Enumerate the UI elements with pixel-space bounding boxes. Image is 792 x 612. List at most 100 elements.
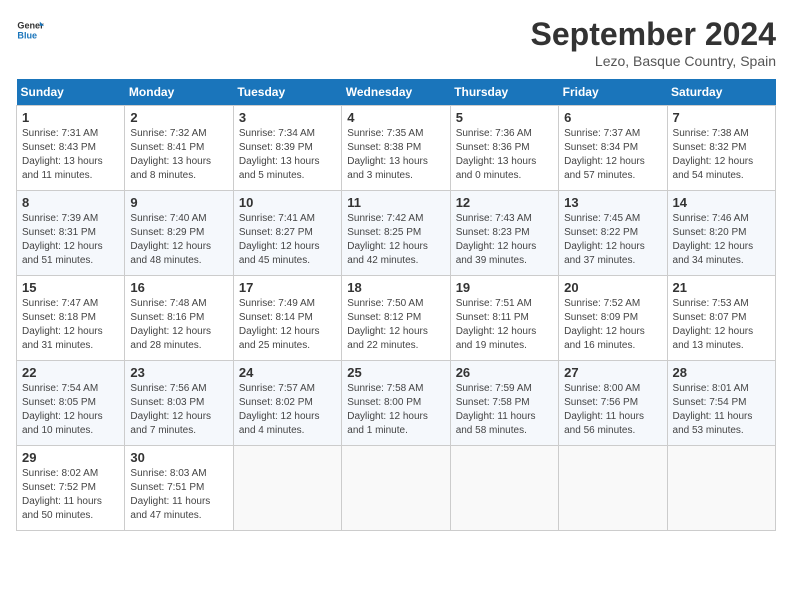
day-info: Sunrise: 7:48 AM Sunset: 8:16 PM Dayligh… (130, 297, 227, 353)
col-friday: Friday (559, 79, 667, 106)
calendar-cell (233, 446, 341, 531)
day-number: 16 (130, 280, 227, 295)
day-number: 5 (456, 110, 553, 125)
day-number: 1 (22, 110, 119, 125)
calendar-cell: 15 Sunrise: 7:47 AM Sunset: 8:18 PM Dayl… (17, 276, 125, 361)
calendar-cell: 17 Sunrise: 7:49 AM Sunset: 8:14 PM Dayl… (233, 276, 341, 361)
day-info: Sunrise: 7:49 AM Sunset: 8:14 PM Dayligh… (239, 297, 336, 353)
day-info: Sunrise: 8:03 AM Sunset: 7:51 PM Dayligh… (130, 467, 227, 523)
page-header: General Blue September 2024 Lezo, Basque… (16, 16, 776, 69)
col-sunday: Sunday (17, 79, 125, 106)
calendar-cell: 5 Sunrise: 7:36 AM Sunset: 8:36 PM Dayli… (450, 106, 558, 191)
day-number: 9 (130, 195, 227, 210)
calendar-cell (342, 446, 450, 531)
day-info: Sunrise: 7:46 AM Sunset: 8:20 PM Dayligh… (673, 212, 770, 268)
calendar-cell: 6 Sunrise: 7:37 AM Sunset: 8:34 PM Dayli… (559, 106, 667, 191)
day-number: 22 (22, 365, 119, 380)
day-number: 12 (456, 195, 553, 210)
location-subtitle: Lezo, Basque Country, Spain (531, 53, 776, 69)
calendar-cell: 25 Sunrise: 7:58 AM Sunset: 8:00 PM Dayl… (342, 361, 450, 446)
day-info: Sunrise: 7:58 AM Sunset: 8:00 PM Dayligh… (347, 382, 444, 438)
day-number: 3 (239, 110, 336, 125)
day-info: Sunrise: 7:42 AM Sunset: 8:25 PM Dayligh… (347, 212, 444, 268)
day-number: 19 (456, 280, 553, 295)
calendar-cell: 8 Sunrise: 7:39 AM Sunset: 8:31 PM Dayli… (17, 191, 125, 276)
day-number: 8 (22, 195, 119, 210)
day-info: Sunrise: 7:52 AM Sunset: 8:09 PM Dayligh… (564, 297, 661, 353)
calendar-cell: 19 Sunrise: 7:51 AM Sunset: 8:11 PM Dayl… (450, 276, 558, 361)
calendar-week-5: 29 Sunrise: 8:02 AM Sunset: 7:52 PM Dayl… (17, 446, 776, 531)
calendar-cell: 24 Sunrise: 7:57 AM Sunset: 8:02 PM Dayl… (233, 361, 341, 446)
day-number: 26 (456, 365, 553, 380)
day-info: Sunrise: 7:34 AM Sunset: 8:39 PM Dayligh… (239, 127, 336, 183)
calendar-cell: 16 Sunrise: 7:48 AM Sunset: 8:16 PM Dayl… (125, 276, 233, 361)
calendar-cell: 4 Sunrise: 7:35 AM Sunset: 8:38 PM Dayli… (342, 106, 450, 191)
calendar-cell: 3 Sunrise: 7:34 AM Sunset: 8:39 PM Dayli… (233, 106, 341, 191)
col-thursday: Thursday (450, 79, 558, 106)
calendar-cell: 27 Sunrise: 8:00 AM Sunset: 7:56 PM Dayl… (559, 361, 667, 446)
day-number: 30 (130, 450, 227, 465)
calendar-cell: 14 Sunrise: 7:46 AM Sunset: 8:20 PM Dayl… (667, 191, 775, 276)
logo: General Blue (16, 16, 44, 44)
calendar-cell: 2 Sunrise: 7:32 AM Sunset: 8:41 PM Dayli… (125, 106, 233, 191)
day-info: Sunrise: 7:51 AM Sunset: 8:11 PM Dayligh… (456, 297, 553, 353)
day-number: 27 (564, 365, 661, 380)
calendar-cell: 30 Sunrise: 8:03 AM Sunset: 7:51 PM Dayl… (125, 446, 233, 531)
logo-icon: General Blue (16, 16, 44, 44)
calendar-cell (450, 446, 558, 531)
calendar-cell: 7 Sunrise: 7:38 AM Sunset: 8:32 PM Dayli… (667, 106, 775, 191)
day-number: 15 (22, 280, 119, 295)
calendar-cell: 23 Sunrise: 7:56 AM Sunset: 8:03 PM Dayl… (125, 361, 233, 446)
day-info: Sunrise: 7:31 AM Sunset: 8:43 PM Dayligh… (22, 127, 119, 183)
day-number: 21 (673, 280, 770, 295)
day-number: 18 (347, 280, 444, 295)
calendar-cell: 22 Sunrise: 7:54 AM Sunset: 8:05 PM Dayl… (17, 361, 125, 446)
calendar-cell: 11 Sunrise: 7:42 AM Sunset: 8:25 PM Dayl… (342, 191, 450, 276)
day-info: Sunrise: 7:32 AM Sunset: 8:41 PM Dayligh… (130, 127, 227, 183)
day-info: Sunrise: 7:41 AM Sunset: 8:27 PM Dayligh… (239, 212, 336, 268)
day-number: 29 (22, 450, 119, 465)
day-info: Sunrise: 7:57 AM Sunset: 8:02 PM Dayligh… (239, 382, 336, 438)
col-monday: Monday (125, 79, 233, 106)
calendar-cell: 13 Sunrise: 7:45 AM Sunset: 8:22 PM Dayl… (559, 191, 667, 276)
svg-text:Blue: Blue (17, 30, 37, 40)
day-info: Sunrise: 8:01 AM Sunset: 7:54 PM Dayligh… (673, 382, 770, 438)
day-number: 7 (673, 110, 770, 125)
day-number: 13 (564, 195, 661, 210)
day-number: 14 (673, 195, 770, 210)
day-info: Sunrise: 8:02 AM Sunset: 7:52 PM Dayligh… (22, 467, 119, 523)
day-info: Sunrise: 7:53 AM Sunset: 8:07 PM Dayligh… (673, 297, 770, 353)
calendar-cell: 9 Sunrise: 7:40 AM Sunset: 8:29 PM Dayli… (125, 191, 233, 276)
title-block: September 2024 Lezo, Basque Country, Spa… (531, 16, 776, 69)
day-info: Sunrise: 7:50 AM Sunset: 8:12 PM Dayligh… (347, 297, 444, 353)
calendar-week-4: 22 Sunrise: 7:54 AM Sunset: 8:05 PM Dayl… (17, 361, 776, 446)
col-wednesday: Wednesday (342, 79, 450, 106)
calendar-cell: 1 Sunrise: 7:31 AM Sunset: 8:43 PM Dayli… (17, 106, 125, 191)
day-info: Sunrise: 7:36 AM Sunset: 8:36 PM Dayligh… (456, 127, 553, 183)
col-saturday: Saturday (667, 79, 775, 106)
calendar-cell: 28 Sunrise: 8:01 AM Sunset: 7:54 PM Dayl… (667, 361, 775, 446)
calendar-week-1: 1 Sunrise: 7:31 AM Sunset: 8:43 PM Dayli… (17, 106, 776, 191)
day-number: 2 (130, 110, 227, 125)
day-number: 20 (564, 280, 661, 295)
calendar-cell: 20 Sunrise: 7:52 AM Sunset: 8:09 PM Dayl… (559, 276, 667, 361)
day-info: Sunrise: 7:45 AM Sunset: 8:22 PM Dayligh… (564, 212, 661, 268)
day-info: Sunrise: 7:54 AM Sunset: 8:05 PM Dayligh… (22, 382, 119, 438)
day-number: 6 (564, 110, 661, 125)
day-number: 28 (673, 365, 770, 380)
day-number: 4 (347, 110, 444, 125)
day-info: Sunrise: 7:43 AM Sunset: 8:23 PM Dayligh… (456, 212, 553, 268)
calendar-cell: 10 Sunrise: 7:41 AM Sunset: 8:27 PM Dayl… (233, 191, 341, 276)
day-info: Sunrise: 7:38 AM Sunset: 8:32 PM Dayligh… (673, 127, 770, 183)
calendar-week-3: 15 Sunrise: 7:47 AM Sunset: 8:18 PM Dayl… (17, 276, 776, 361)
day-number: 25 (347, 365, 444, 380)
calendar-cell: 12 Sunrise: 7:43 AM Sunset: 8:23 PM Dayl… (450, 191, 558, 276)
calendar-cell: 18 Sunrise: 7:50 AM Sunset: 8:12 PM Dayl… (342, 276, 450, 361)
day-info: Sunrise: 8:00 AM Sunset: 7:56 PM Dayligh… (564, 382, 661, 438)
day-number: 11 (347, 195, 444, 210)
day-info: Sunrise: 7:56 AM Sunset: 8:03 PM Dayligh… (130, 382, 227, 438)
day-info: Sunrise: 7:47 AM Sunset: 8:18 PM Dayligh… (22, 297, 119, 353)
day-number: 17 (239, 280, 336, 295)
day-info: Sunrise: 7:40 AM Sunset: 8:29 PM Dayligh… (130, 212, 227, 268)
header-row: Sunday Monday Tuesday Wednesday Thursday… (17, 79, 776, 106)
